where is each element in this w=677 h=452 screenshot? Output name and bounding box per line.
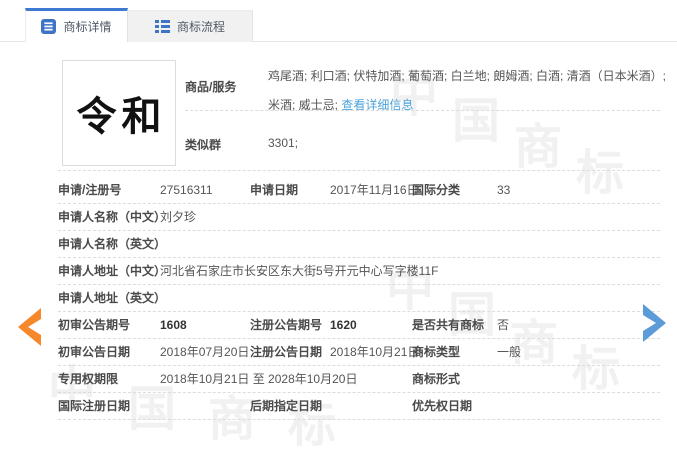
document-lines-icon — [41, 19, 57, 34]
field-label: 申请人名称（中文） — [58, 210, 167, 224]
similar-group-value: 3301; — [268, 136, 299, 150]
field-label: 国际分类 — [412, 183, 461, 197]
tab-label: 商标详情 — [63, 20, 112, 34]
field-label: 注册公告日期 — [250, 345, 323, 359]
previous-arrow-button[interactable] — [14, 307, 44, 347]
divider — [185, 110, 660, 111]
field-value: 33 — [497, 183, 511, 197]
field-value: 2018年10月21日 — [330, 345, 420, 359]
field-value: 1620 — [330, 318, 357, 332]
goods-services-value: 鸡尾酒; 利口酒; 伏特加酒; 葡萄酒; 白兰地; 朗姆酒; 白酒; 清酒（日本… — [268, 62, 666, 120]
tab-label: 商标流程 — [176, 20, 225, 34]
table-row: 国际注册日期 后期指定日期 优先权日期 — [58, 393, 660, 420]
table-row: 专用权期限 2018年10月21日 至 2028年10月20日 商标形式 — [58, 366, 660, 393]
field-label: 申请人地址（中文） — [58, 264, 167, 278]
field-label: 申请人地址（英文） — [58, 291, 167, 305]
table-row: 初审公告期号 1608 注册公告期号 1620 是否共有商标 否 — [58, 312, 660, 339]
field-label: 初审公告期号 — [58, 318, 131, 332]
field-label: 商标类型 — [412, 345, 461, 359]
similar-group-label: 类似群 — [185, 138, 222, 152]
field-value: 2018年10月21日 至 2028年10月20日 — [160, 372, 358, 386]
tab-trademark-details[interactable]: 商标详情 — [25, 8, 128, 42]
table-row: 申请人地址（英文） — [58, 285, 660, 312]
field-value: 2018年07月20日 — [160, 345, 250, 359]
tab-bar: 商标详情 商标流程 — [0, 8, 677, 42]
field-label: 商标形式 — [412, 372, 461, 386]
field-label: 优先权日期 — [412, 399, 473, 413]
chevron-left-icon — [18, 308, 41, 346]
field-value: 刘夕珍 — [160, 210, 197, 224]
goods-services-label: 商品/服务 — [185, 80, 237, 94]
table-row: 申请人地址（中文） 河北省石家庄市长安区东大街5号开元中心写字楼11F — [58, 258, 660, 285]
field-value: 2017年11月16日 — [330, 183, 419, 197]
table-row: 申请/注册号 27516311 申请日期 2017年11月16日 国际分类 33 — [58, 177, 660, 204]
field-value: 否 — [497, 318, 510, 332]
tab-trademark-process[interactable]: 商标流程 — [128, 10, 253, 42]
field-value: 一般 — [497, 345, 522, 359]
divider — [58, 170, 660, 171]
table-row: 初审公告日期 2018年07月20日 注册公告日期 2018年10月21日 商标… — [58, 339, 660, 366]
field-label: 申请/注册号 — [58, 183, 122, 197]
field-label: 后期指定日期 — [250, 399, 323, 413]
field-value: 27516311 — [160, 183, 213, 197]
chevron-right-icon — [643, 304, 666, 342]
field-label: 国际注册日期 — [58, 399, 131, 413]
field-label: 申请人名称（英文） — [58, 237, 167, 251]
trademark-summary-section: 令和 商品/服务 鸡尾酒; 利口酒; 伏特加酒; 葡萄酒; 白兰地; 朗姆酒; … — [58, 60, 666, 177]
trademark-image: 令和 — [62, 60, 176, 166]
field-label: 注册公告期号 — [250, 318, 323, 332]
field-label: 是否共有商标 — [412, 318, 485, 332]
field-label: 专用权期限 — [58, 372, 119, 386]
table-row: 申请人名称（中文） 刘夕珍 — [58, 204, 660, 231]
trademark-detail-panel: 令和 商品/服务 鸡尾酒; 利口酒; 伏特加酒; 葡萄酒; 白兰地; 朗姆酒; … — [58, 60, 666, 420]
field-value: 河北省石家庄市长安区东大街5号开元中心写字楼11F — [160, 264, 439, 278]
list-icon — [154, 20, 170, 33]
field-label: 初审公告日期 — [58, 345, 131, 359]
table-row: 申请人名称（英文） — [58, 231, 660, 258]
field-value: 1608 — [160, 318, 187, 332]
goods-services-text: 鸡尾酒; 利口酒; 伏特加酒; 葡萄酒; 白兰地; 朗姆酒; 白酒; 清酒（日本… — [268, 69, 667, 112]
field-label: 申请日期 — [250, 183, 299, 197]
next-arrow-button[interactable] — [640, 303, 670, 343]
